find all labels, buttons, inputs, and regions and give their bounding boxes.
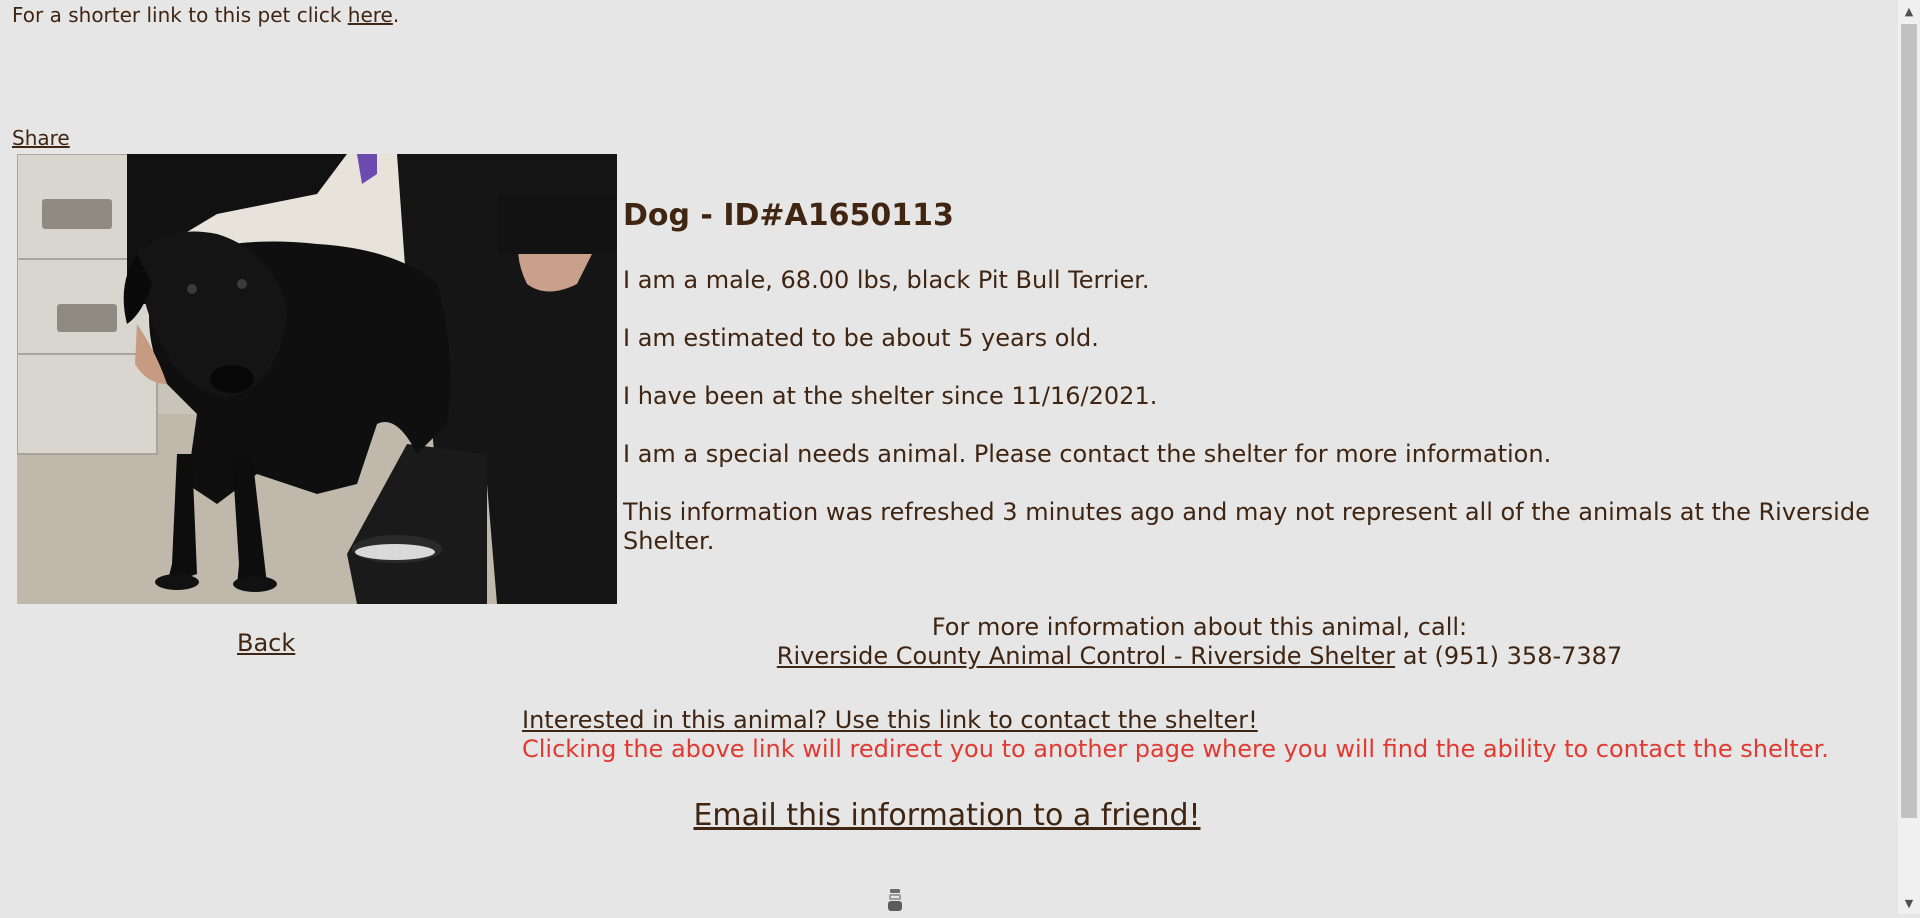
short-link-prefix: For a shorter link to this pet click — [12, 3, 348, 27]
animal-description: I am a male, 68.00 lbs, black Pit Bull T… — [623, 266, 1150, 294]
dog-photo-icon — [17, 154, 617, 604]
pet-photo — [17, 154, 617, 604]
contact-line: Riverside County Animal Control - Rivers… — [622, 642, 1777, 671]
scrollbar-thumb[interactable] — [1901, 24, 1917, 818]
animal-intake-date: I have been at the shelter since 11/16/2… — [623, 382, 1158, 410]
interest-section: Interested in this animal? Use this link… — [522, 706, 1892, 764]
shelter-link[interactable]: Riverside County Animal Control - Rivers… — [777, 642, 1395, 670]
scroll-down-arrow-icon[interactable]: ▼ — [1898, 892, 1920, 914]
animal-special-needs: I am a special needs animal. Please cont… — [623, 440, 1552, 468]
animal-title: Dog - ID#A1650113 — [623, 198, 954, 233]
shelter-phone: at (951) 358-7387 — [1395, 642, 1623, 670]
short-link-here[interactable]: here — [348, 3, 393, 27]
animal-age: I am estimated to be about 5 years old. — [623, 324, 1099, 352]
email-friend-link[interactable]: Email this information to a friend! — [693, 798, 1200, 833]
vertical-scrollbar[interactable]: ▲ ▼ — [1898, 0, 1920, 914]
share-link[interactable]: Share — [12, 125, 70, 151]
pet-detail-page: For a shorter link to this pet click her… — [0, 0, 1898, 914]
refresh-notice: This information was refreshed 3 minutes… — [623, 498, 1870, 555]
email-section: Email this information to a friend! — [0, 796, 1894, 836]
redirect-note: Clicking the above link will redirect yo… — [522, 735, 1829, 763]
contact-heading: For more information about this animal, … — [931, 613, 1468, 641]
short-link-line: For a shorter link to this pet click her… — [12, 2, 399, 28]
scroll-up-arrow-icon[interactable]: ▲ — [1898, 0, 1920, 22]
contact-info: For more information about this animal, … — [622, 613, 1777, 671]
short-link-suffix: . — [392, 3, 400, 27]
loading-spinner-icon — [886, 887, 904, 914]
animal-details: Dog - ID#A1650113 I am a male, 68.00 lbs… — [623, 196, 1885, 585]
contact-shelter-link[interactable]: Interested in this animal? Use this link… — [522, 706, 1258, 734]
back-link[interactable]: Back — [237, 628, 295, 658]
